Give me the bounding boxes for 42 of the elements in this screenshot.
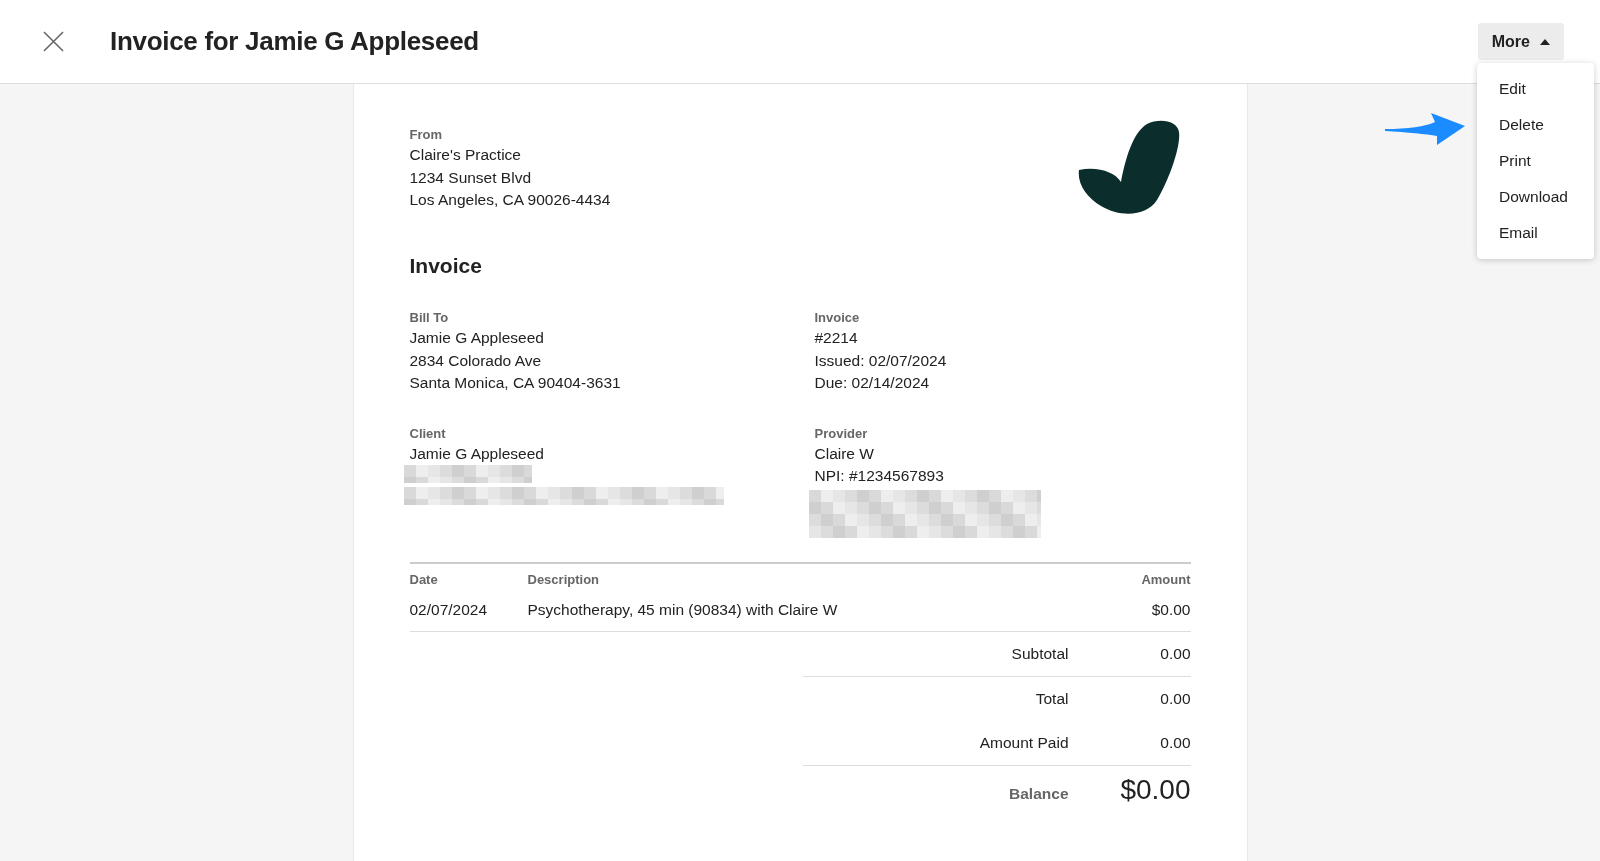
column-header: Description xyxy=(527,571,600,587)
invoice-heading: Invoice xyxy=(409,254,483,278)
table-cell-text: Psychotherapy, 45 min (90834) with Claire W xyxy=(527,600,839,619)
more-button[interactable]: More xyxy=(1477,23,1564,60)
detail-line: Santa Monica, CA 90404-3631 xyxy=(409,373,622,393)
menu-item[interactable]: Email xyxy=(1477,215,1594,251)
address-line: 1234 Sunset Blvd xyxy=(409,167,532,188)
detail-line: Issued: 02/07/2024 xyxy=(814,350,948,371)
total-label: Subtotal xyxy=(1011,644,1069,663)
total-label: Total xyxy=(1035,689,1069,708)
close-icon[interactable] xyxy=(43,31,64,52)
detail-line: Due: 02/14/2024 xyxy=(814,373,931,393)
detail-line: NPI: #1234567893 xyxy=(814,466,945,486)
field-label: From xyxy=(409,126,443,144)
detail-line: Jamie G Appleseed xyxy=(409,328,545,348)
detail-line: #2214 xyxy=(814,328,859,348)
field-label: Bill To xyxy=(409,309,450,327)
menu-item[interactable]: Delete xyxy=(1477,107,1594,143)
field-label: Provider xyxy=(814,424,869,443)
column-header: Date xyxy=(409,571,439,587)
menu-item[interactable]: Edit xyxy=(1477,71,1594,107)
total-value: 0.00 xyxy=(1159,644,1191,663)
detail-line: 2834 Colorado Ave xyxy=(409,350,543,371)
page-title: Invoice for Jamie G Appleseed xyxy=(110,26,479,57)
menu-item[interactable]: Print xyxy=(1477,143,1594,179)
detail-line: Jamie G Appleseed xyxy=(409,443,545,464)
leaf-logo-icon xyxy=(1076,120,1181,216)
total-label: Balance xyxy=(1009,784,1069,803)
total-value: 0.00 xyxy=(1159,689,1191,708)
column-header: Amount xyxy=(1141,571,1191,587)
table-cell: $0.00 xyxy=(1151,600,1191,619)
table-cell-text: 02/07/2024 xyxy=(409,600,489,619)
field-label: Invoice xyxy=(814,309,861,327)
caret-icon xyxy=(1540,38,1550,45)
field-label: Client xyxy=(409,424,447,443)
total-label: Amount Paid xyxy=(979,733,1069,752)
menu-item[interactable]: Download xyxy=(1477,179,1594,215)
detail-line: Claire W xyxy=(814,443,875,464)
total-value: $0.00 xyxy=(1119,773,1191,806)
address-line: Los Angeles, CA 90026-4434 xyxy=(409,190,611,210)
address-line: Claire's Practice xyxy=(409,145,522,165)
total-value: 0.00 xyxy=(1159,733,1191,752)
